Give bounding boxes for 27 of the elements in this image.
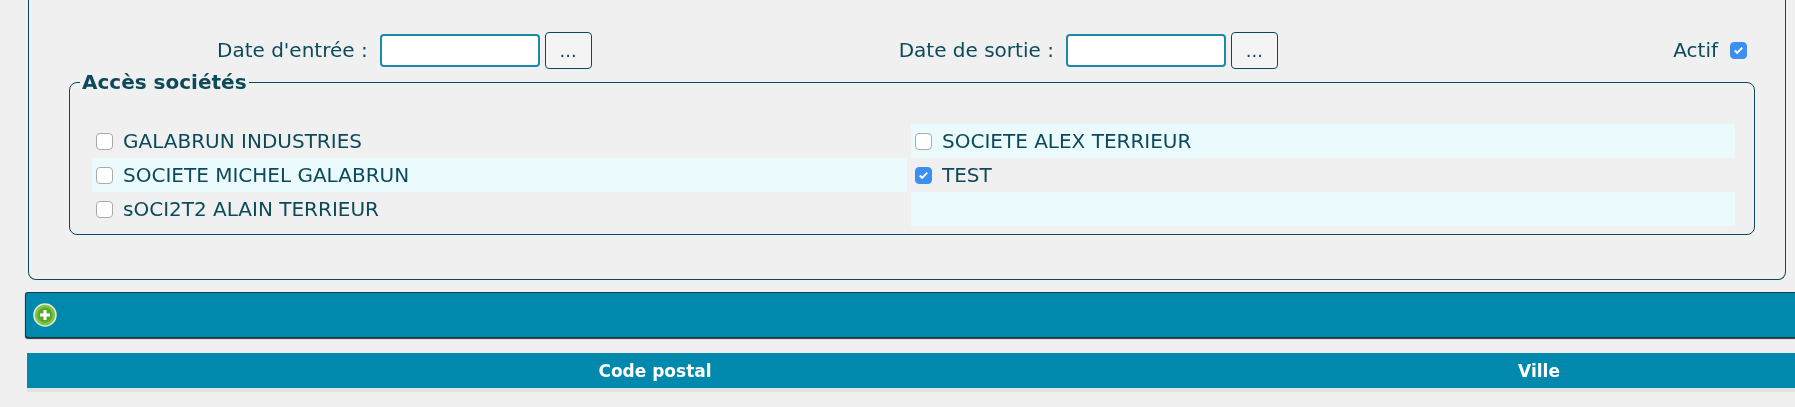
company-name: TEST bbox=[942, 163, 992, 187]
company-checkbox[interactable] bbox=[96, 200, 113, 218]
add-icon[interactable] bbox=[33, 303, 57, 327]
company-row[interactable]: sOCI2T2 ALAIN TERRIEUR bbox=[92, 192, 907, 226]
fieldset-legend: Accès sociétés bbox=[80, 70, 249, 94]
company-checkbox[interactable] bbox=[915, 166, 932, 184]
company-name: SOCIETE MICHEL GALABRUN bbox=[123, 163, 410, 187]
company-checkbox[interactable] bbox=[915, 132, 932, 150]
date-field[interactable] bbox=[379, 33, 540, 67]
company-row[interactable]: SOCIETE ALEX TERRIEUR bbox=[911, 124, 1735, 158]
date-field[interactable] bbox=[1065, 33, 1226, 67]
company-checkbox[interactable] bbox=[96, 166, 113, 184]
active-label: Actif bbox=[1673, 38, 1718, 62]
company-row[interactable]: TEST bbox=[911, 158, 1735, 192]
date-picker-button[interactable]: ... bbox=[1230, 31, 1278, 69]
active-checkbox[interactable] bbox=[1730, 41, 1747, 59]
date-label: Date d'entrée : bbox=[217, 38, 368, 62]
company-name: sOCI2T2 ALAIN TERRIEUR bbox=[123, 197, 379, 221]
company-name: SOCIETE ALEX TERRIEUR bbox=[942, 129, 1192, 153]
company-checkbox[interactable] bbox=[96, 132, 113, 150]
company-row[interactable]: SOCIETE MICHEL GALABRUN bbox=[92, 158, 907, 192]
date-label: Date de sortie : bbox=[898, 38, 1054, 62]
column-header[interactable]: Ville bbox=[1283, 353, 1795, 388]
column-header[interactable]: Code postal bbox=[27, 353, 1283, 388]
company-name: GALABRUN INDUSTRIES bbox=[123, 129, 362, 153]
date-picker-button[interactable]: ... bbox=[544, 31, 592, 69]
company-row[interactable]: GALABRUN INDUSTRIES bbox=[92, 124, 907, 158]
